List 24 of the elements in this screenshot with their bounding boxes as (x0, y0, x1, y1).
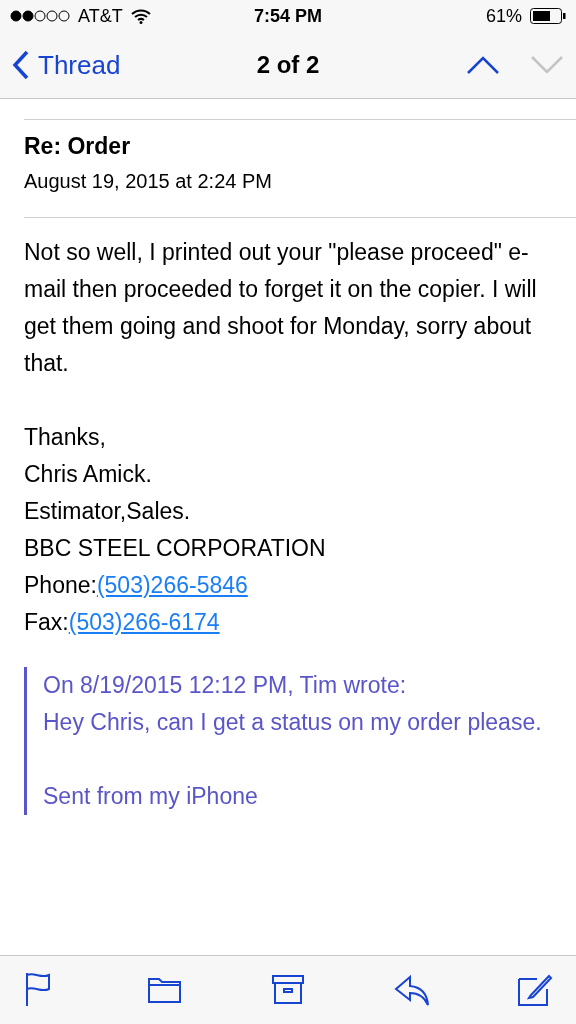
back-button[interactable]: Thread (12, 49, 196, 81)
email-body: Not so well, I printed out your "please proceed" e-mail then proceeded to forget it on the copier. I will get them going and shoot for Monday, sorry about that. (24, 238, 538, 378)
signal-icon (10, 10, 70, 22)
signature-line: BBC STEEL CORPORATION (24, 534, 327, 563)
contact-label: Phone: (24, 571, 97, 600)
signature-line: Thanks, (24, 423, 107, 452)
quote-body: Hey Chris, can I get a status on my order please. (43, 708, 543, 737)
up-chevron-icon[interactable] (466, 55, 500, 75)
quote-header: On 8/19/2015 12:12 PM, Tim wrote: (43, 671, 408, 700)
clock-time: 7:54 PM (254, 5, 322, 27)
battery-percent: 61% (485, 5, 522, 27)
email-date: August 19, 2015 at 2:24 PM (24, 170, 273, 193)
carrier-name: AT&T (78, 5, 123, 27)
phone-link[interactable]: (503)266-6174 (68, 604, 220, 641)
quote-signature: Sent from my iPhone (43, 782, 259, 811)
back-chevron-icon (12, 50, 30, 80)
email-subject: Re: Order (24, 133, 132, 160)
signature-line: Estimator,Sales. (24, 497, 192, 526)
contact-label: Fax: (24, 608, 69, 637)
phone-link[interactable]: (503)266-5846 (96, 567, 248, 604)
battery-icon (530, 8, 566, 24)
signature-line: Chris Amick. (24, 460, 153, 489)
thread-position: 2 of 2 (255, 51, 321, 79)
wifi-icon (130, 8, 151, 24)
